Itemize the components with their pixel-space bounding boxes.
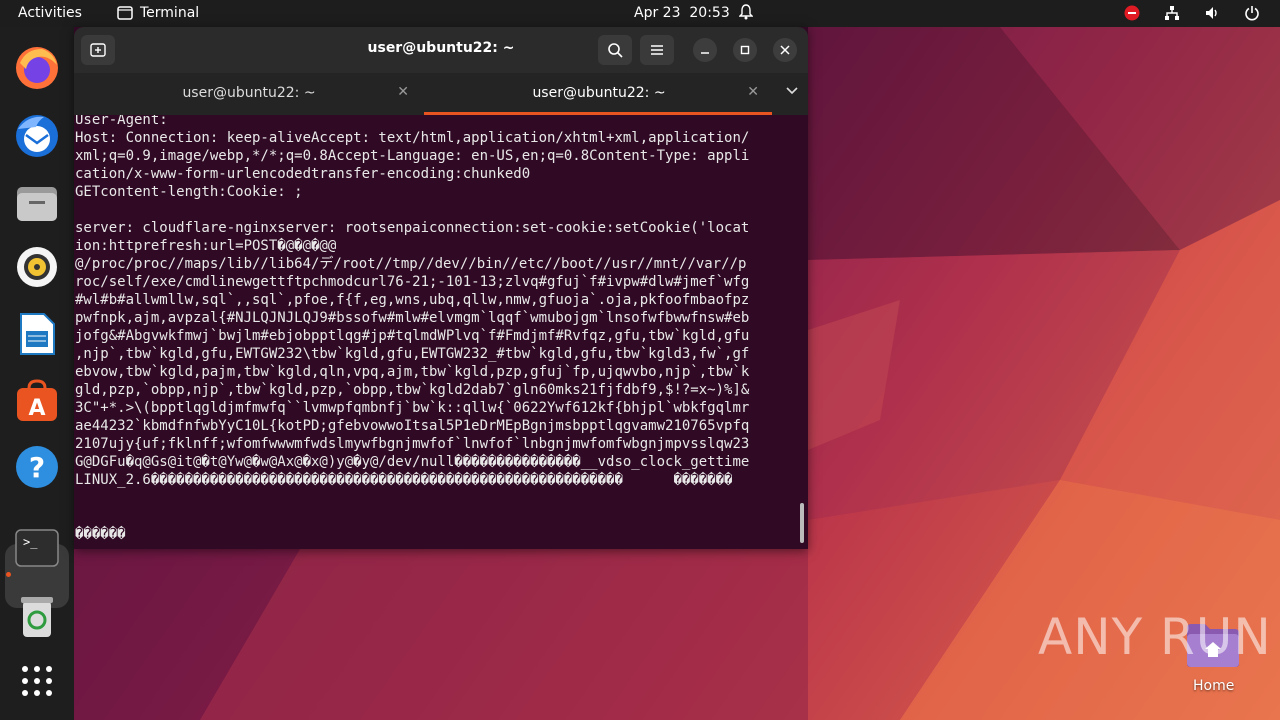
menu-button[interactable] xyxy=(640,35,674,65)
thunderbird-icon[interactable] xyxy=(13,112,61,160)
svg-text:?: ? xyxy=(29,451,45,484)
home-folder-label: Home xyxy=(1193,678,1235,694)
terminal-line: ion:httprefresh:url=POST�@�@�@@ xyxy=(75,238,337,254)
hamburger-icon xyxy=(651,45,663,55)
app-center-icon[interactable]: A xyxy=(13,377,61,425)
terminal-line: pwfnpk,ajm,avpzal{#NJLQJNJLQJ9#bssofw#ml… xyxy=(75,310,750,326)
tab-1[interactable]: user@ubuntu22: ~ ✕ xyxy=(74,73,424,115)
search-button[interactable] xyxy=(598,35,632,65)
rhythmbox-icon[interactable] xyxy=(13,243,61,291)
terminal-window: user@ubuntu22: ~ user@ubuntu22: ~ ✕ user… xyxy=(74,27,808,549)
trash-icon[interactable] xyxy=(13,592,61,640)
terminal-output[interactable]: User-Agent: Host: Connection: keep-aliveA… xyxy=(74,115,808,549)
maximize-icon xyxy=(740,45,750,55)
tab-list-chevron-down-icon[interactable] xyxy=(786,84,798,99)
window-titlebar[interactable]: user@ubuntu22: ~ xyxy=(74,27,808,73)
terminal-line: #wl#b#allwmllw,sql`,,sql`,pfoe,f{f,eg,wn… xyxy=(75,292,750,308)
maximize-button[interactable] xyxy=(733,38,757,62)
do-not-disturb-icon xyxy=(1124,5,1140,25)
tab-1-close-icon[interactable]: ✕ xyxy=(397,84,409,100)
svg-text:A: A xyxy=(28,396,45,421)
show-apps-icon[interactable] xyxy=(13,657,61,705)
terminal-line: GETcontent-length:Cookie: ; xyxy=(75,184,303,200)
terminal-line: server: cloudflare-nginxserver: rootsenp… xyxy=(75,220,750,236)
tab-bar: user@ubuntu22: ~ ✕ user@ubuntu22: ~ ✕ xyxy=(74,73,808,115)
terminal-line: xml;q=0.9,image/webp,*/*;q=0.8Accept-Lan… xyxy=(75,148,750,164)
terminal-line: 2107ujy{uf;fklnff;wfomfwwwmfwdslmywfbgnj… xyxy=(75,436,750,452)
firefox-icon[interactable] xyxy=(13,44,61,92)
terminal-line: Host: Connection: keep-aliveAccept: text… xyxy=(75,130,750,146)
close-button[interactable] xyxy=(773,38,797,62)
terminal-line: cation/x-www-form-urlencodedtransfer-enc… xyxy=(75,166,531,182)
search-icon xyxy=(608,43,623,58)
help-icon[interactable]: ? xyxy=(13,443,61,491)
system-tray[interactable] xyxy=(1124,5,1260,25)
running-indicator xyxy=(6,572,11,577)
close-icon xyxy=(780,45,790,55)
minimize-icon xyxy=(701,52,709,54)
terminal-lines: User-Agent: Host: Connection: keep-aliveA… xyxy=(75,115,797,543)
terminal-icon[interactable]: >_ xyxy=(13,524,61,572)
minimize-button[interactable] xyxy=(693,38,717,62)
terminal-line: ae44232`kbmdfnfwbYyC10L{kotPD;gfebvowwoI… xyxy=(75,418,750,434)
dock: A ? >_ xyxy=(0,27,74,720)
terminal-line: ebvow,tbw`kgld,pajm,tbw`kgld,qln,vpq,ajm… xyxy=(75,364,750,380)
notification-bell-icon[interactable] xyxy=(738,4,754,24)
terminal-line: 3C"+*.>\(bpptlqgldjmfmwfq``lvmwpfqmbnfj`… xyxy=(75,400,750,416)
app-name: Terminal xyxy=(140,5,200,21)
network-icon xyxy=(1164,5,1180,25)
tab-2[interactable]: user@ubuntu22: ~ ✕ xyxy=(424,73,774,115)
terminal-line: gld,pzp,`obpp,njp`,tbw`kgld,pzp,`obpp,tb… xyxy=(75,382,750,398)
clock[interactable]: Apr 23 20:53 xyxy=(634,5,730,21)
terminal-line: ������ xyxy=(75,526,126,542)
tab-2-label: user@ubuntu22: ~ xyxy=(532,85,666,101)
power-icon xyxy=(1244,5,1260,25)
terminal-line: @/proc/proc//maps/lib//lib64/デ/root//tmp… xyxy=(75,256,747,272)
terminal-line: jofg&#Abgvwkfmwj`bwjlm#ebjobpptlqg#jp#tq… xyxy=(75,328,750,344)
date: Apr 23 xyxy=(634,5,681,21)
activities-button[interactable]: Activities xyxy=(18,5,82,21)
terminal-line: ,njp`,tbw`kgld,gfu,EWTGW232\tbw`kgld,gfu… xyxy=(75,346,750,362)
terminal-line: LINUX_2.6�������������������������������… xyxy=(75,472,733,488)
terminal-small-icon xyxy=(117,6,133,20)
terminal-line: G@DGFu�q@Gs@it@�t@Yw@�w@Ax@�x@)y@�y@/dev… xyxy=(75,454,750,470)
terminal-line: roc/self/exe/cmdlinewgettftpchmodcurl76-… xyxy=(75,274,750,290)
tab-1-label: user@ubuntu22: ~ xyxy=(182,85,316,101)
top-bar: Activities Terminal Apr 23 20:53 xyxy=(0,0,1280,27)
app-menu[interactable]: Terminal xyxy=(117,5,199,21)
terminal-line: User-Agent: xyxy=(75,115,168,128)
volume-icon xyxy=(1204,5,1220,25)
files-icon[interactable] xyxy=(13,180,61,228)
tab-2-close-icon[interactable]: ✕ xyxy=(747,84,759,100)
time: 20:53 xyxy=(689,5,730,21)
writer-icon[interactable] xyxy=(13,310,61,358)
anyrun-watermark: ANY RUN xyxy=(1038,608,1272,666)
watermark-text: ANY RUN xyxy=(1038,608,1272,666)
svg-text:>_: >_ xyxy=(23,535,38,549)
scrollbar[interactable] xyxy=(800,503,804,543)
